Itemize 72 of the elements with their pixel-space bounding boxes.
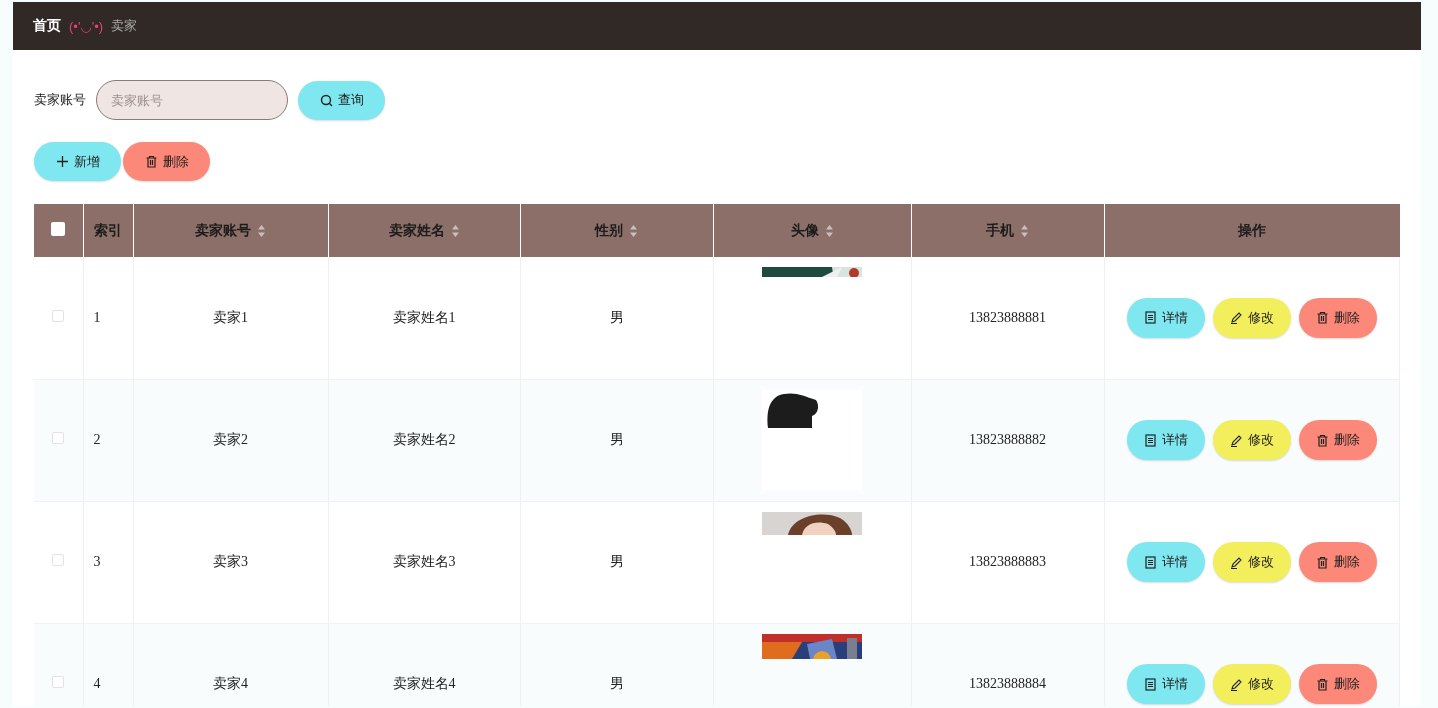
pencil-icon	[1229, 311, 1243, 325]
sort-icon[interactable]	[1020, 223, 1029, 238]
column-header[interactable]: 卖家账号	[133, 204, 328, 257]
account-cell: 卖家2	[213, 432, 248, 447]
edit-button[interactable]: 修改	[1212, 297, 1291, 338]
index-cell: 2	[93, 432, 101, 447]
breadcrumb-current: 卖家	[111, 17, 138, 35]
document-icon	[1143, 555, 1157, 569]
column-header[interactable]: 头像	[713, 204, 911, 257]
search-button[interactable]: 查询	[298, 80, 385, 120]
trash-icon	[1315, 677, 1329, 691]
document-icon	[1143, 311, 1157, 325]
pencil-icon	[1229, 555, 1243, 569]
plus-icon	[55, 155, 69, 168]
sort-icon[interactable]	[824, 223, 834, 238]
name-cell: 卖家姓名2	[392, 432, 456, 447]
document-icon	[1143, 677, 1157, 691]
account-cell: 卖家4	[213, 676, 248, 691]
column-header[interactable]: 索引	[83, 204, 133, 257]
row-checkbox[interactable]	[52, 432, 65, 444]
select-all-checkbox[interactable]	[51, 222, 66, 236]
search-icon	[319, 93, 333, 107]
breadcrumb-separator: (•'◡'•)	[69, 18, 104, 34]
edit-button[interactable]: 修改	[1212, 542, 1291, 582]
account-cell: 卖家3	[213, 554, 248, 569]
edit-button[interactable]: 修改	[1212, 664, 1291, 704]
index-cell: 4	[93, 676, 101, 691]
edit-button[interactable]: 修改	[1212, 420, 1291, 460]
name-cell: 卖家姓名4	[392, 676, 456, 691]
column-header[interactable]: 操作	[1104, 204, 1400, 257]
name-cell: 卖家姓名1	[392, 309, 456, 325]
pencil-icon	[1229, 433, 1243, 447]
column-header[interactable]: 卖家姓名	[328, 204, 520, 257]
trash-icon	[1315, 433, 1329, 447]
detail-button[interactable]: 详情	[1126, 420, 1205, 460]
delete-button[interactable]: 删除	[123, 142, 210, 181]
sort-icon[interactable]	[629, 223, 638, 238]
document-icon	[1143, 433, 1157, 447]
delete-button[interactable]: 删除	[1298, 420, 1377, 460]
pencil-icon	[1229, 677, 1243, 691]
search-label: 卖家账号	[34, 91, 86, 109]
row-checkbox[interactable]	[52, 676, 65, 688]
delete-button[interactable]: 删除	[1298, 664, 1377, 704]
trash-icon	[1315, 311, 1329, 325]
search-field[interactable]: 卖家账号	[96, 80, 288, 120]
phone-cell: 13823888884	[969, 676, 1046, 691]
trash-icon	[144, 155, 158, 168]
index-cell: 3	[93, 554, 101, 569]
detail-button[interactable]: 详情	[1126, 297, 1205, 338]
phone-cell: 13823888881	[969, 309, 1046, 325]
phone-cell: 13823888882	[969, 432, 1046, 447]
sort-icon[interactable]	[450, 223, 460, 238]
gender-cell: 男	[609, 554, 624, 569]
name-cell: 卖家姓名3	[392, 554, 456, 569]
gender-cell: 男	[609, 676, 624, 691]
trash-icon	[1315, 555, 1329, 569]
row-checkbox[interactable]	[52, 554, 65, 566]
index-cell: 1	[93, 309, 101, 325]
column-header[interactable]: 性别	[520, 204, 713, 257]
breadcrumb-home[interactable]: 首页	[33, 17, 61, 35]
delete-button[interactable]: 删除	[1298, 542, 1377, 582]
gender-cell: 男	[609, 432, 624, 447]
detail-button[interactable]: 详情	[1126, 542, 1205, 582]
detail-button[interactable]: 详情	[1126, 664, 1205, 704]
sort-icon[interactable]	[257, 223, 266, 238]
add-button[interactable]: 新增	[34, 142, 121, 181]
row-checkbox[interactable]	[52, 309, 65, 322]
gender-cell: 男	[609, 309, 624, 325]
delete-button[interactable]: 删除	[1298, 297, 1377, 338]
column-header[interactable]: 手机	[911, 204, 1104, 257]
account-cell: 卖家1	[213, 309, 248, 325]
phone-cell: 13823888883	[969, 554, 1046, 569]
